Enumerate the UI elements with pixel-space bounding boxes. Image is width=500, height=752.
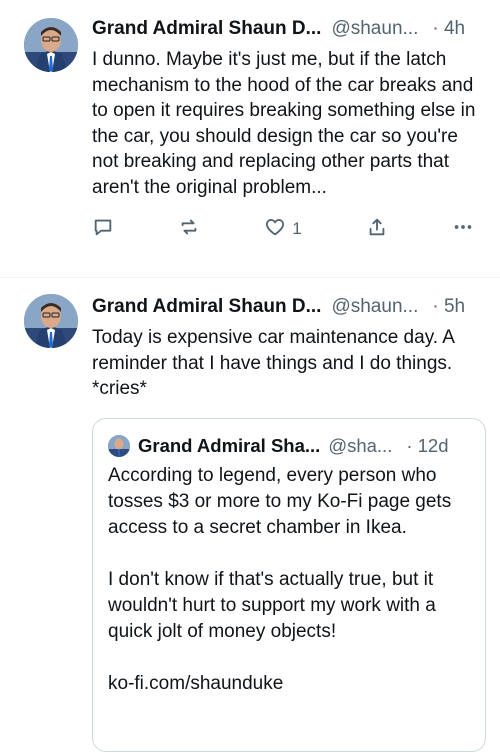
post[interactable]: Grand Admiral Shaun D... @shaun... · 5h … bbox=[0, 278, 500, 752]
avatar[interactable] bbox=[24, 294, 78, 348]
author-name[interactable]: Grand Admiral Shaun D... bbox=[92, 296, 321, 318]
more-button[interactable] bbox=[452, 216, 474, 243]
post[interactable]: Grand Admiral Shaun D... @shaun... · 4h … bbox=[0, 0, 500, 278]
author-name[interactable]: Grand Admiral Shaun D... bbox=[92, 18, 321, 40]
share-button[interactable] bbox=[366, 216, 388, 243]
author-handle[interactable]: @shaun... bbox=[331, 296, 418, 318]
reply-icon bbox=[92, 216, 114, 243]
like-count: 1 bbox=[292, 219, 302, 238]
quote-avatar bbox=[108, 434, 130, 457]
quote-author-handle: @sha... bbox=[328, 434, 393, 456]
quote-link[interactable]: ko-fi.com/shaunduke bbox=[108, 671, 469, 697]
post-text: I dunno. Maybe it's just me, but if the … bbox=[92, 49, 476, 198]
post-actions: 1 bbox=[92, 213, 484, 245]
quote-timestamp: · 12d bbox=[406, 434, 449, 456]
post-timestamp[interactable]: · 5h bbox=[432, 296, 465, 318]
quote-text: According to legend, every person who to… bbox=[108, 463, 469, 697]
author-handle[interactable]: @shaun... bbox=[331, 18, 418, 40]
repost-icon bbox=[178, 216, 200, 243]
post-timestamp[interactable]: · 4h bbox=[432, 18, 465, 40]
share-icon bbox=[366, 216, 388, 243]
heart-icon bbox=[264, 216, 286, 243]
repost-button[interactable] bbox=[178, 216, 200, 243]
reply-button[interactable] bbox=[92, 216, 114, 243]
quote-author-name: Grand Admiral Sha... bbox=[138, 434, 321, 456]
quote-paragraph: According to legend, every person who to… bbox=[108, 464, 452, 538]
like-button[interactable]: 1 bbox=[264, 216, 302, 243]
quote-paragraph: I don't know if that's actually true, bu… bbox=[108, 568, 436, 642]
avatar[interactable] bbox=[24, 18, 78, 72]
post-text: Today is expensive car maintenance day. … bbox=[92, 327, 454, 399]
more-icon bbox=[452, 216, 474, 243]
quoted-post[interactable]: Grand Admiral Sha... @sha... · 12d Accor… bbox=[92, 417, 486, 752]
